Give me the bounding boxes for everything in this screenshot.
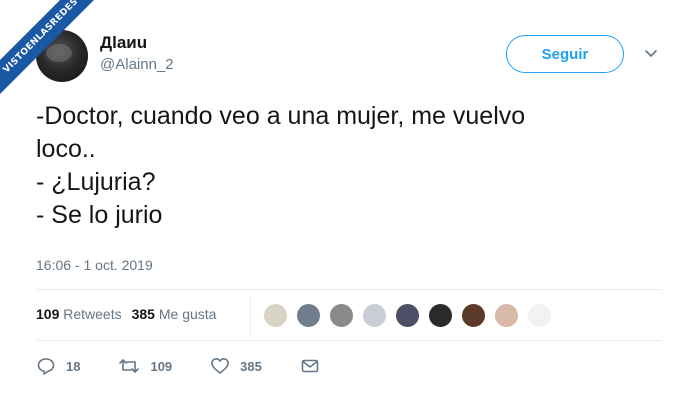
tweet-timestamp[interactable]: 16:06 - 1 oct. 2019	[36, 257, 153, 273]
retweet-icon	[119, 359, 140, 373]
divider	[36, 340, 662, 341]
avatar-icon[interactable]	[262, 302, 289, 329]
avatar-icon[interactable]	[526, 302, 553, 329]
avatar-icon[interactable]	[394, 302, 421, 329]
divider	[36, 289, 662, 290]
likes-stat[interactable]: 385 Me gusta	[132, 306, 217, 322]
likers-avatars[interactable]	[262, 302, 559, 329]
avatar-icon[interactable]	[427, 302, 454, 329]
tweet-actions: 18 109 385	[36, 352, 368, 380]
user-handle[interactable]: @Alainn_2	[100, 56, 174, 73]
reply-icon	[37, 358, 55, 375]
avatar-icon[interactable]	[493, 302, 520, 329]
retweets-label: Retweets	[63, 306, 122, 322]
envelope-icon	[301, 359, 319, 373]
avatar-icon[interactable]	[295, 302, 322, 329]
retweets-stat[interactable]: 109 Retweets	[36, 306, 122, 322]
direct-message-button[interactable]	[300, 356, 330, 376]
retweet-count: 109	[150, 358, 173, 374]
follow-button[interactable]: Seguir	[506, 35, 624, 73]
tweet-text: -Doctor, cuando veo a una mujer, me vuel…	[36, 102, 526, 229]
likes-label: Me gusta	[158, 306, 217, 322]
display-name[interactable]: Дlaиu	[100, 33, 147, 53]
chevron-down-icon[interactable]	[644, 46, 658, 60]
likes-count: 385	[131, 306, 155, 322]
tweet-card: VISTOENLASREDES Дlaиu @Alainn_2 Seguir -…	[0, 0, 700, 401]
avatar-icon[interactable]	[460, 302, 487, 329]
like-button[interactable]: 385	[210, 356, 262, 376]
reply-button[interactable]: 18	[36, 356, 80, 376]
reply-count: 18	[66, 358, 81, 374]
retweet-button[interactable]: 109	[118, 356, 172, 376]
like-count: 385	[240, 358, 262, 374]
retweets-count: 109	[36, 306, 60, 322]
stats-separator	[250, 297, 251, 335]
tweet-stats: 109 Retweets 385 Me gusta	[36, 306, 216, 322]
heart-icon	[211, 358, 229, 374]
avatar-icon[interactable]	[328, 302, 355, 329]
avatar-icon[interactable]	[361, 302, 388, 329]
